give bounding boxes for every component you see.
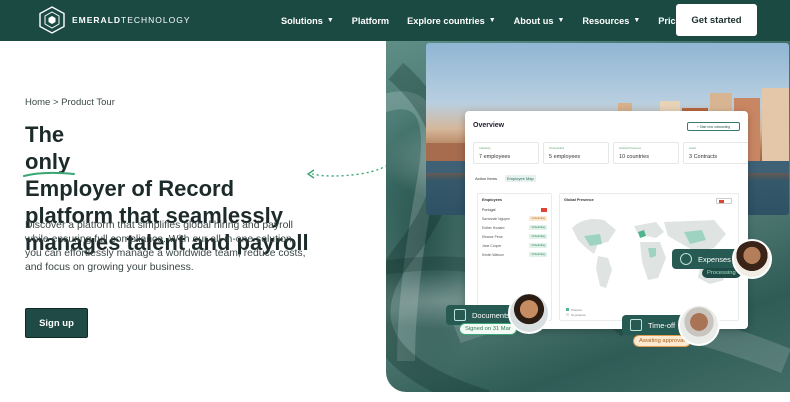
status-badge: Onboarding <box>529 252 547 257</box>
list-item[interactable]: Savannah Nguyen Onboarding <box>482 216 547 221</box>
status-badge: Signed on 31 Mar <box>459 323 517 335</box>
hero-description: Discover a platform that simplifies glob… <box>25 220 306 273</box>
top-navbar: EMERALDTECHNOLOGY Solutions ▼ Platform Ex… <box>0 0 790 41</box>
dashboard-panel: Overview + Start new onboarding Inactivi… <box>465 111 748 329</box>
dashboard-title: Overview <box>473 122 505 129</box>
tab-employee-map[interactable]: Employee Map <box>505 175 536 182</box>
tab-action-items[interactable]: Action Items <box>473 175 499 182</box>
list-item[interactable]: Eleanor Pena Onboarding <box>482 234 547 239</box>
nav-about-us[interactable]: About us ▼ <box>514 16 565 26</box>
chevron-down-icon: ▼ <box>326 17 334 24</box>
status-badge: Onboarding <box>529 243 547 248</box>
underline-swoosh-icon <box>23 171 75 177</box>
stat-card: Global Presence 10 countries <box>613 142 679 164</box>
chevron-down-icon: ▼ <box>488 17 496 24</box>
hexagon-logo-icon <box>39 6 65 34</box>
country-select[interactable] <box>716 198 732 204</box>
avatar <box>678 304 720 346</box>
main-menu: Solutions ▼ Platform Explore countries ▼ A… <box>281 0 689 41</box>
map-legend: Presence No presence <box>566 308 586 318</box>
status-badge: Onboarding <box>529 216 547 221</box>
list-item[interactable]: Kristin Watson Onboarding <box>482 252 547 257</box>
global-presence-title: Global Presence <box>564 198 594 202</box>
status-badge: Onboarding <box>529 225 547 230</box>
coins-icon <box>680 253 692 265</box>
stat-card: Audit 3 Contracts <box>683 142 748 164</box>
dashboard-tabs: Action Items Employee Map <box>473 175 536 182</box>
nav-resources[interactable]: Resources ▼ <box>582 16 640 26</box>
chevron-down-icon: ▼ <box>633 17 641 24</box>
avatar <box>508 292 550 334</box>
document-icon <box>454 309 466 321</box>
sign-up-button[interactable]: Sign up <box>25 308 88 338</box>
list-item[interactable]: Esther Howard Onboarding <box>482 225 547 230</box>
stat-card: Inactivity 7 employees <box>473 142 539 164</box>
start-onboarding-button[interactable]: + Start new onboarding <box>687 122 740 131</box>
flag-icon <box>719 200 724 203</box>
stat-card: Onboarded 5 employees <box>543 142 609 164</box>
brand-name: EMERALDTECHNOLOGY <box>72 15 191 25</box>
get-started-button[interactable]: Get started <box>676 4 757 36</box>
country-row[interactable]: Portugal <box>482 208 547 212</box>
avatar <box>732 239 772 279</box>
flag-icon <box>541 208 547 212</box>
breadcrumb: Home > Product Tour <box>25 97 115 108</box>
brand-logo[interactable]: EMERALDTECHNOLOGY <box>38 6 191 34</box>
nav-explore-countries[interactable]: Explore countries ▼ <box>407 16 496 26</box>
nav-solutions[interactable]: Solutions ▼ <box>281 16 334 26</box>
employees-title: Employees <box>482 198 503 202</box>
list-item[interactable]: Jane Cooper Onboarding <box>482 243 547 248</box>
chevron-down-icon: ▼ <box>557 17 565 24</box>
calendar-icon <box>630 319 642 331</box>
nav-platform[interactable]: Platform <box>352 16 389 26</box>
status-badge: Onboarding <box>529 234 547 239</box>
